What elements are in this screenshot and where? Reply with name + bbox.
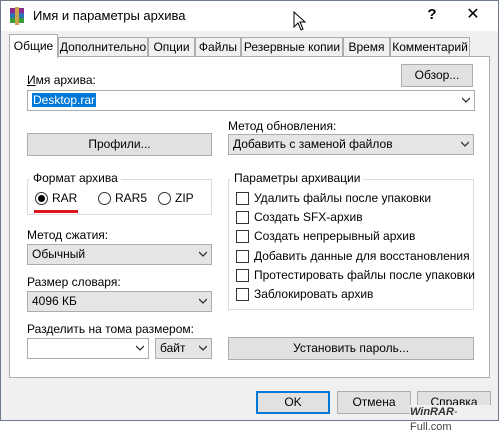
recovery-record-checkbox[interactable]: [236, 250, 249, 263]
highlight-underline: [34, 210, 78, 213]
test-files-label[interactable]: Протестировать файлы после упаковки: [254, 268, 475, 282]
mouse-cursor-icon: [293, 11, 307, 31]
chevron-down-icon: [199, 345, 207, 351]
format-rar-radio[interactable]: [35, 192, 48, 205]
set-password-button[interactable]: Установить пароль...: [228, 337, 474, 360]
chevron-down-icon: [461, 141, 469, 147]
test-files-checkbox[interactable]: [236, 269, 249, 282]
chevron-down-icon: [136, 345, 144, 351]
archive-name-value: Desktop.rar: [32, 93, 97, 107]
archive-name-input[interactable]: Desktop.rar: [27, 90, 475, 111]
title-bar[interactable]: Имя и параметры архива ? ✕: [1, 1, 498, 31]
dictionary-label: Размер словаря:: [27, 275, 121, 289]
dictionary-select[interactable]: 4096 КБ: [27, 291, 212, 312]
delete-files-checkbox[interactable]: [236, 192, 249, 205]
help-title-button[interactable]: ?: [417, 3, 447, 27]
tab-advanced[interactable]: Дополнительно: [58, 37, 148, 56]
compression-value: Обычный: [32, 247, 86, 261]
cancel-button[interactable]: Отмена: [337, 391, 411, 414]
delete-files-label[interactable]: Удалить файлы после упаковки: [254, 191, 431, 205]
update-method-label: Метод обновления:: [228, 119, 337, 133]
tab-options[interactable]: Опции: [148, 37, 195, 56]
browse-button[interactable]: Обзор...: [401, 64, 473, 87]
tab-time[interactable]: Время: [343, 37, 390, 56]
archive-dialog: Имя и параметры архива ? ✕ Общие Дополни…: [0, 0, 499, 433]
winrar-app-icon: [10, 7, 24, 25]
tab-general[interactable]: Общие: [9, 34, 58, 58]
solid-archive-label[interactable]: Создать непрерывный архив: [254, 229, 415, 243]
tab-comment[interactable]: Комментарий: [390, 37, 470, 56]
archive-name-label-rest: мя архива:: [35, 73, 96, 87]
ok-button[interactable]: OK: [256, 391, 330, 414]
chevron-down-icon: [199, 298, 207, 304]
compression-label: Метод сжатия:: [27, 228, 109, 242]
split-label: Разделить на тома размером:: [27, 322, 194, 336]
update-method-value: Добавить с заменой файлов: [233, 137, 393, 151]
lock-archive-label[interactable]: Заблокировать архив: [254, 287, 373, 301]
lock-archive-checkbox[interactable]: [236, 288, 249, 301]
format-zip-radio[interactable]: [158, 192, 171, 205]
archive-name-label: Имя архива:: [27, 73, 96, 87]
watermark: WinRAR-Full.com: [410, 405, 496, 433]
solid-archive-checkbox[interactable]: [236, 230, 249, 243]
chevron-down-icon: [199, 251, 207, 257]
close-button[interactable]: ✕: [458, 3, 488, 27]
format-rar-label[interactable]: RAR: [52, 191, 77, 205]
sfx-label[interactable]: Создать SFX-архив: [254, 210, 363, 224]
dictionary-value: 4096 КБ: [32, 294, 77, 308]
tab-files[interactable]: Файлы: [195, 37, 241, 56]
split-size-input[interactable]: [27, 338, 149, 359]
format-rar5-label[interactable]: RAR5: [115, 191, 147, 205]
tab-backup[interactable]: Резервные копии: [241, 37, 343, 56]
format-zip-label[interactable]: ZIP: [175, 191, 194, 205]
split-unit-select[interactable]: байт: [155, 338, 212, 359]
archive-options-title: Параметры архивации: [231, 171, 364, 185]
recovery-record-label[interactable]: Добавить данные для восстановления: [254, 249, 470, 263]
archive-format-title: Формат архива: [30, 171, 121, 185]
profiles-button[interactable]: Профили...: [27, 133, 212, 156]
watermark-brand: WinRAR: [410, 406, 454, 418]
format-rar5-radio[interactable]: [98, 192, 111, 205]
split-unit-value: байт: [160, 341, 186, 355]
compression-select[interactable]: Обычный: [27, 244, 212, 265]
window-title: Имя и параметры архива: [33, 8, 186, 23]
chevron-down-icon: [462, 97, 470, 103]
update-method-select[interactable]: Добавить с заменой файлов: [228, 134, 474, 155]
sfx-checkbox[interactable]: [236, 211, 249, 224]
